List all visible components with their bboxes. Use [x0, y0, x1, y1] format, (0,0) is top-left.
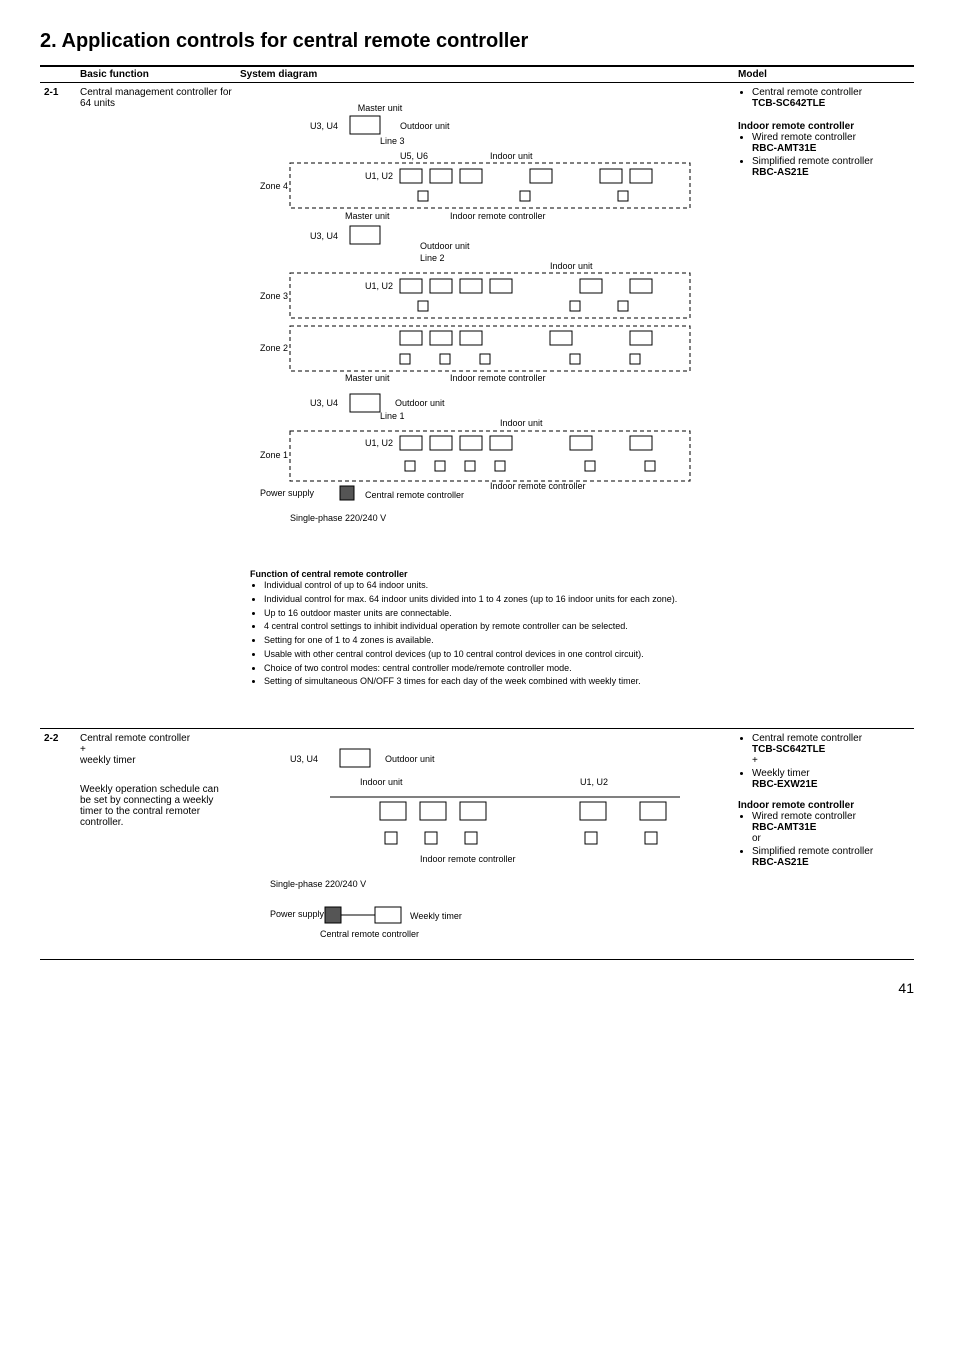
svg-text:Single-phase 220/240 V: Single-phase 220/240 V — [270, 879, 366, 889]
col-basic-header: Basic function — [76, 66, 236, 83]
table-row: 2-2 Central remote controller + weekly t… — [40, 728, 914, 959]
svg-text:Power supply: Power supply — [270, 909, 325, 919]
system-diagram-cell: Master unit U3, U4 Outdoor unit Line 3 U… — [236, 83, 734, 729]
basic-function-extra: Weekly operation schedule can be set by … — [80, 784, 232, 828]
svg-text:Central remote controller: Central remote controller — [320, 929, 419, 939]
system-diagram-cell: U3, U4 Outdoor unit Indoor unit U1, U2 — [236, 728, 734, 959]
list-item: Individual control of up to 64 indoor un… — [264, 580, 720, 592]
svg-text:U3, U4: U3, U4 — [310, 231, 338, 241]
list-item: Individual control for max. 64 indoor un… — [264, 594, 720, 606]
list-item: 4 central control settings to inhibit in… — [264, 621, 720, 633]
col-model-header: Model — [734, 66, 914, 83]
svg-text:Single-phase 220/240 V: Single-phase 220/240 V — [290, 513, 386, 523]
function-heading: Function of central remote controller — [250, 569, 720, 581]
svg-text:Outdoor unit: Outdoor unit — [400, 121, 450, 131]
table-row: 2-1 Central management controller for 64… — [40, 83, 914, 729]
svg-text:Master unit: Master unit — [345, 211, 390, 221]
svg-text:Indoor unit: Indoor unit — [360, 777, 403, 787]
svg-text:Zone 2: Zone 2 — [260, 343, 288, 353]
zone-diagram: Master unit U3, U4 Outdoor unit Line 3 U… — [250, 91, 710, 551]
svg-text:U3, U4: U3, U4 — [290, 754, 318, 764]
list-item: Central remote controller TCB-SC642TLE + — [752, 733, 910, 766]
model-subheading: Indoor remote controller — [738, 800, 910, 811]
svg-text:Indoor remote controller: Indoor remote controller — [420, 854, 516, 864]
table-header-row: Basic function System diagram Model — [40, 66, 914, 83]
svg-text:Line 3: Line 3 — [380, 136, 405, 146]
svg-text:Indoor remote controller: Indoor remote controller — [490, 481, 586, 491]
svg-text:U1, U2: U1, U2 — [365, 438, 393, 448]
basic-function-title: Central remote controller + weekly timer — [80, 733, 232, 766]
controls-table: Basic function System diagram Model 2-1 … — [40, 65, 914, 960]
svg-text:Weekly timer: Weekly timer — [410, 911, 462, 921]
model-subheading: Indoor remote controller — [738, 121, 910, 132]
list-item: Usable with other central control device… — [264, 649, 720, 661]
model-cell: Central remote controller TCB-SC642TLE +… — [734, 728, 914, 959]
svg-text:Indoor unit: Indoor unit — [490, 151, 533, 161]
svg-text:Outdoor unit: Outdoor unit — [420, 241, 470, 251]
svg-text:Zone 4: Zone 4 — [260, 181, 288, 191]
list-item: Central remote controller TCB-SC642TLE — [752, 87, 910, 109]
svg-text:U3, U4: U3, U4 — [310, 121, 338, 131]
basic-function-cell: Central remote controller + weekly timer… — [76, 728, 236, 959]
svg-text:Power supply: Power supply — [260, 488, 315, 498]
page-number: 41 — [40, 980, 914, 996]
svg-text:Line 1: Line 1 — [380, 411, 405, 421]
svg-text:Indoor remote controller: Indoor remote controller — [450, 211, 546, 221]
svg-text:U1, U2: U1, U2 — [365, 171, 393, 181]
svg-text:Indoor remote controller: Indoor remote controller — [450, 373, 546, 383]
svg-text:U5, U6: U5, U6 — [400, 151, 428, 161]
basic-function-cell: Central management controller for 64 uni… — [76, 83, 236, 729]
svg-text:Indoor unit: Indoor unit — [500, 418, 543, 428]
weekly-timer-diagram: U3, U4 Outdoor unit Indoor unit U1, U2 — [250, 737, 710, 947]
page-title: 2. Application controls for central remo… — [40, 30, 914, 53]
svg-text:Central remote controller: Central remote controller — [365, 490, 464, 500]
col-num-header — [40, 66, 76, 83]
svg-text:Indoor unit: Indoor unit — [550, 261, 593, 271]
row-number: 2-2 — [40, 728, 76, 959]
list-item: Up to 16 outdoor master units are connec… — [264, 608, 720, 620]
svg-text:U1, U2: U1, U2 — [365, 281, 393, 291]
svg-text:Master unit: Master unit — [358, 103, 403, 113]
svg-text:Outdoor unit: Outdoor unit — [395, 398, 445, 408]
svg-text:Line 2: Line 2 — [420, 253, 445, 263]
function-list: Individual control of up to 64 indoor un… — [250, 580, 720, 688]
list-item: Wired remote controller RBC-AMT31E or — [752, 811, 910, 844]
basic-function-title: Central management controller for 64 uni… — [80, 87, 232, 109]
row-number: 2-1 — [40, 83, 76, 729]
list-item: Simplified remote controller RBC-AS21E — [752, 846, 910, 868]
svg-text:U3, U4: U3, U4 — [310, 398, 338, 408]
model-cell: Central remote controller TCB-SC642TLE I… — [734, 83, 914, 729]
svg-text:Zone 3: Zone 3 — [260, 291, 288, 301]
list-item: Setting for one of 1 to 4 zones is avail… — [264, 635, 720, 647]
list-item: Choice of two control modes: central con… — [264, 663, 720, 675]
svg-text:U1, U2: U1, U2 — [580, 777, 608, 787]
list-item: Setting of simultaneous ON/OFF 3 times f… — [264, 676, 720, 688]
list-item: Weekly timer RBC-EXW21E — [752, 768, 910, 790]
svg-text:Master unit: Master unit — [345, 373, 390, 383]
svg-text:Outdoor unit: Outdoor unit — [385, 754, 435, 764]
svg-text:Zone 1: Zone 1 — [260, 450, 288, 460]
list-item: Wired remote controller RBC-AMT31E — [752, 132, 910, 154]
list-item: Simplified remote controller RBC-AS21E — [752, 156, 910, 178]
col-diagram-header: System diagram — [236, 66, 734, 83]
